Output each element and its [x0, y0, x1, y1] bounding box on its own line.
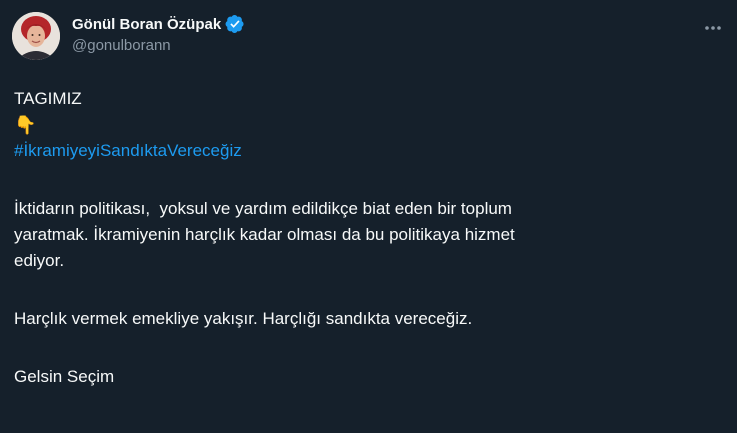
display-name[interactable]: Gönül Boran Özüpak	[72, 16, 221, 33]
user-handle[interactable]: @gonulborann	[72, 37, 245, 54]
tweet-line-tag: TAGIMIZ	[14, 89, 82, 108]
tweet-paragraph-2: Harçlık vermek emekliye yakışır. Harçlığ…	[14, 309, 473, 328]
verified-badge-icon	[225, 14, 245, 34]
name-row: Gönül Boran Özüpak	[72, 14, 245, 34]
pointing-down-emoji: 👇	[14, 115, 37, 135]
more-horizontal-icon	[705, 26, 721, 30]
tweet-paragraph-1-line-2: yaratmak. İkramiyenin harçlık kadar olma…	[14, 225, 515, 244]
avatar[interactable]	[12, 12, 60, 60]
tweet-text: TAGIMIZ 👇 #İkramiyeyiSandıktaVereceğiz İ…	[14, 86, 714, 390]
tweet-card: Gönül Boran Özüpak @gonulborann TAGIMIZ …	[0, 0, 737, 433]
tweet-paragraph-1-line-1: İktidarın politikası, yoksul ve yardım e…	[14, 199, 512, 218]
tweet-paragraph-3: Gelsin Seçim	[14, 367, 115, 386]
hashtag-link[interactable]: #İkramiyeyiSandıktaVereceğiz	[14, 141, 242, 160]
avatar-image	[12, 12, 60, 60]
tweet-paragraph-1-line-3: ediyor.	[14, 251, 65, 270]
more-options-button[interactable]	[703, 18, 723, 38]
author-block: Gönül Boran Özüpak @gonulborann	[72, 14, 245, 54]
